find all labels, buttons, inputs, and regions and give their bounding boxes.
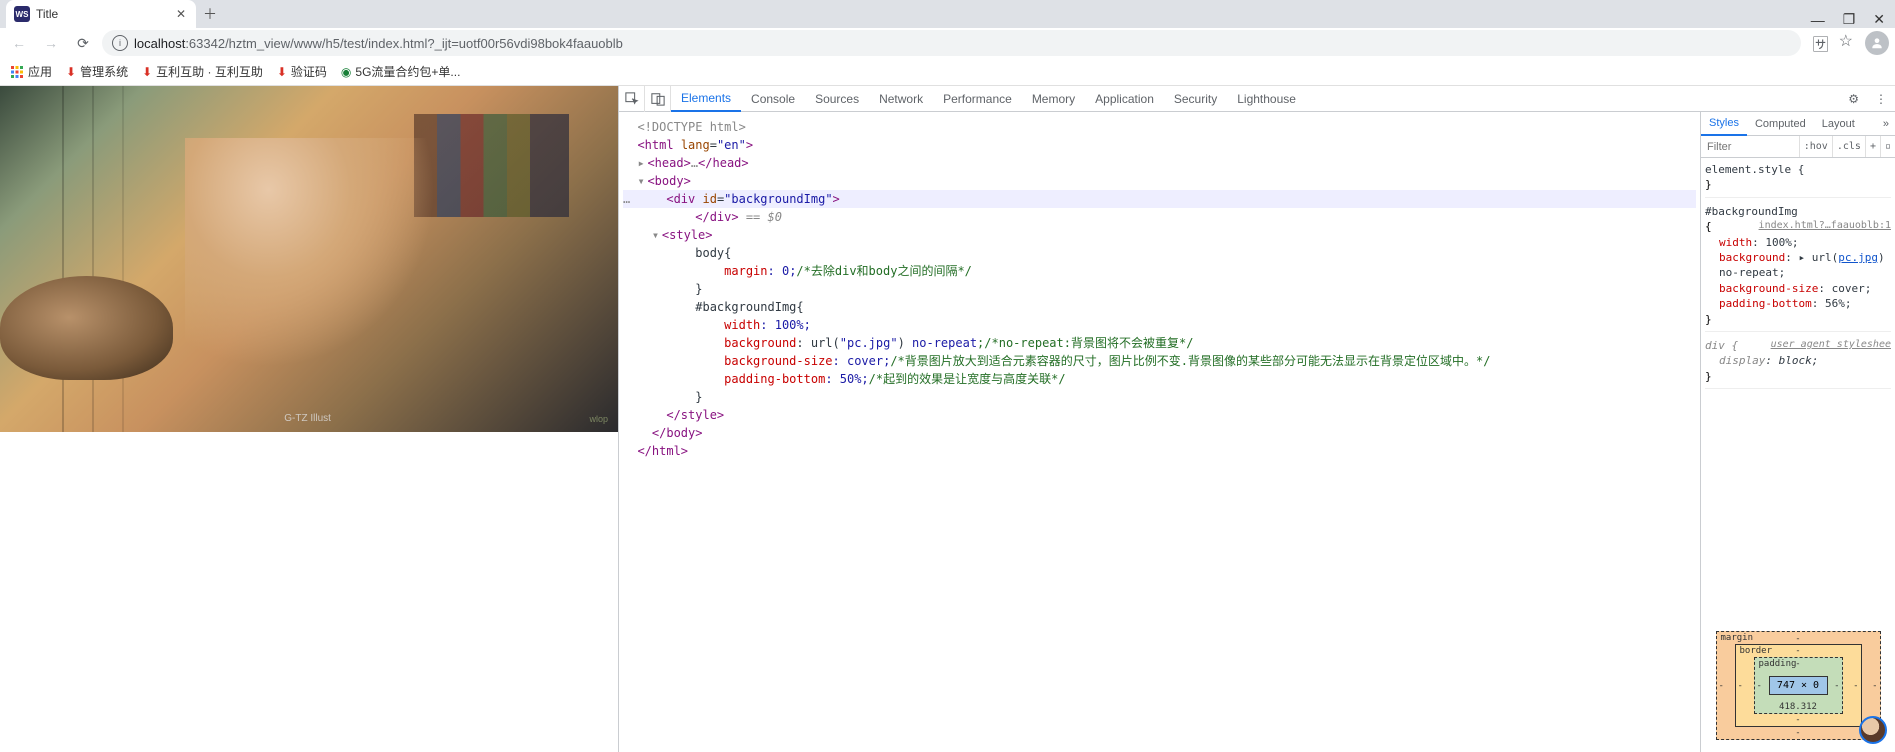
download-icon: ⬇ [142, 65, 152, 79]
tab-memory[interactable]: Memory [1022, 86, 1085, 112]
hov-button[interactable]: :hov [1799, 136, 1832, 157]
new-style-button[interactable]: + [1865, 136, 1880, 157]
close-tab-icon[interactable]: ✕ [174, 7, 188, 21]
styles-filter-input[interactable] [1701, 141, 1799, 153]
styles-rules[interactable]: element.style { } #backgroundImgindex.ht… [1701, 158, 1895, 619]
tab-application[interactable]: Application [1085, 86, 1164, 112]
bookmark-item[interactable]: ⬇互利互助 · 互利互助 [142, 63, 263, 80]
window-controls: — ❐ ✕ [1811, 11, 1895, 28]
new-tab-button[interactable]: ＋ [196, 0, 224, 28]
tab-elements[interactable]: Elements [671, 86, 741, 112]
tab-layout[interactable]: Layout [1814, 112, 1863, 136]
artist-signature: G-TZ Illust [284, 413, 331, 424]
tab-performance[interactable]: Performance [933, 86, 1022, 112]
tab-computed[interactable]: Computed [1747, 112, 1814, 136]
bookmark-item[interactable]: ⬇管理系统 [66, 63, 128, 80]
download-icon: ⬇ [66, 65, 76, 79]
devtools-menu-icon[interactable]: ⋮ [1867, 92, 1895, 106]
tab-security[interactable]: Security [1164, 86, 1227, 112]
url-text: localhost:63342/hztm_view/www/h5/test/in… [134, 36, 623, 51]
floating-assistant-avatar[interactable] [1859, 716, 1887, 744]
devtools-panel: Elements Console Sources Network Perform… [618, 86, 1895, 752]
source-link[interactable]: index.html?…faauoblb:1 [1759, 219, 1891, 233]
styles-filter-row: :hov .cls + ▫ [1701, 136, 1895, 158]
minimize-icon[interactable]: — [1811, 12, 1825, 28]
box-layout-icon[interactable]: ▫ [1880, 136, 1895, 157]
tab-favicon: WS [14, 6, 30, 22]
corner-logo: wlop [589, 414, 608, 424]
translate-icon[interactable]: 🈂 [1813, 31, 1829, 55]
close-window-icon[interactable]: ✕ [1873, 11, 1885, 28]
url-input[interactable]: i localhost:63342/hztm_view/www/h5/test/… [102, 30, 1801, 56]
forward-button[interactable]: → [38, 30, 64, 56]
apps-grid-icon [10, 65, 24, 79]
styles-sidebar: Styles Computed Layout » :hov .cls + ▫ [1700, 112, 1895, 752]
tab-styles[interactable]: Styles [1701, 112, 1747, 136]
cls-button[interactable]: .cls [1832, 136, 1865, 157]
tab-sources[interactable]: Sources [805, 86, 869, 112]
reload-button[interactable]: ⟳ [70, 30, 96, 56]
apps-label: 应用 [28, 63, 52, 80]
apps-button[interactable]: 应用 [10, 63, 52, 80]
bookmark-star-icon[interactable]: ☆ [1839, 31, 1853, 55]
address-bar: ← → ⟳ i localhost:63342/hztm_view/www/h5… [0, 28, 1895, 58]
browser-tab-bar: WS Title ✕ ＋ — ❐ ✕ [0, 0, 1895, 28]
inspect-element-icon[interactable] [619, 86, 645, 112]
profile-avatar[interactable] [1865, 31, 1889, 55]
tab-lighthouse[interactable]: Lighthouse [1227, 86, 1306, 112]
rendered-page: G-TZ Illust wlop [0, 86, 618, 752]
device-toggle-icon[interactable] [645, 86, 671, 112]
maximize-icon[interactable]: ❐ [1843, 11, 1856, 28]
bookmarks-bar: 应用 ⬇管理系统 ⬇互利互助 · 互利互助 ⬇验证码 ◉5G流量合约包+单... [0, 58, 1895, 86]
bookmark-item[interactable]: ◉5G流量合约包+单... [341, 63, 461, 80]
elements-tree[interactable]: <!DOCTYPE html> <html lang="en"> ▸<head>… [619, 112, 1700, 752]
tab-network[interactable]: Network [869, 86, 933, 112]
browser-tab[interactable]: WS Title ✕ [6, 0, 196, 28]
site-info-icon[interactable]: i [112, 35, 128, 51]
bookmark-item[interactable]: ⬇验证码 [277, 63, 327, 80]
download-icon: ⬇ [277, 65, 287, 79]
globe-icon: ◉ [341, 65, 351, 79]
more-tabs-icon[interactable]: » [1877, 118, 1895, 130]
tab-console[interactable]: Console [741, 86, 805, 112]
tab-title: Title [36, 7, 168, 21]
box-model-content-size: 747 × 0 [1769, 676, 1828, 695]
devtools-settings-icon[interactable]: ⚙ [1840, 92, 1867, 106]
styles-tabs: Styles Computed Layout » [1701, 112, 1895, 136]
back-button[interactable]: ← [6, 30, 32, 56]
background-image: G-TZ Illust wlop [0, 86, 618, 432]
devtools-tabs: Elements Console Sources Network Perform… [619, 86, 1895, 112]
